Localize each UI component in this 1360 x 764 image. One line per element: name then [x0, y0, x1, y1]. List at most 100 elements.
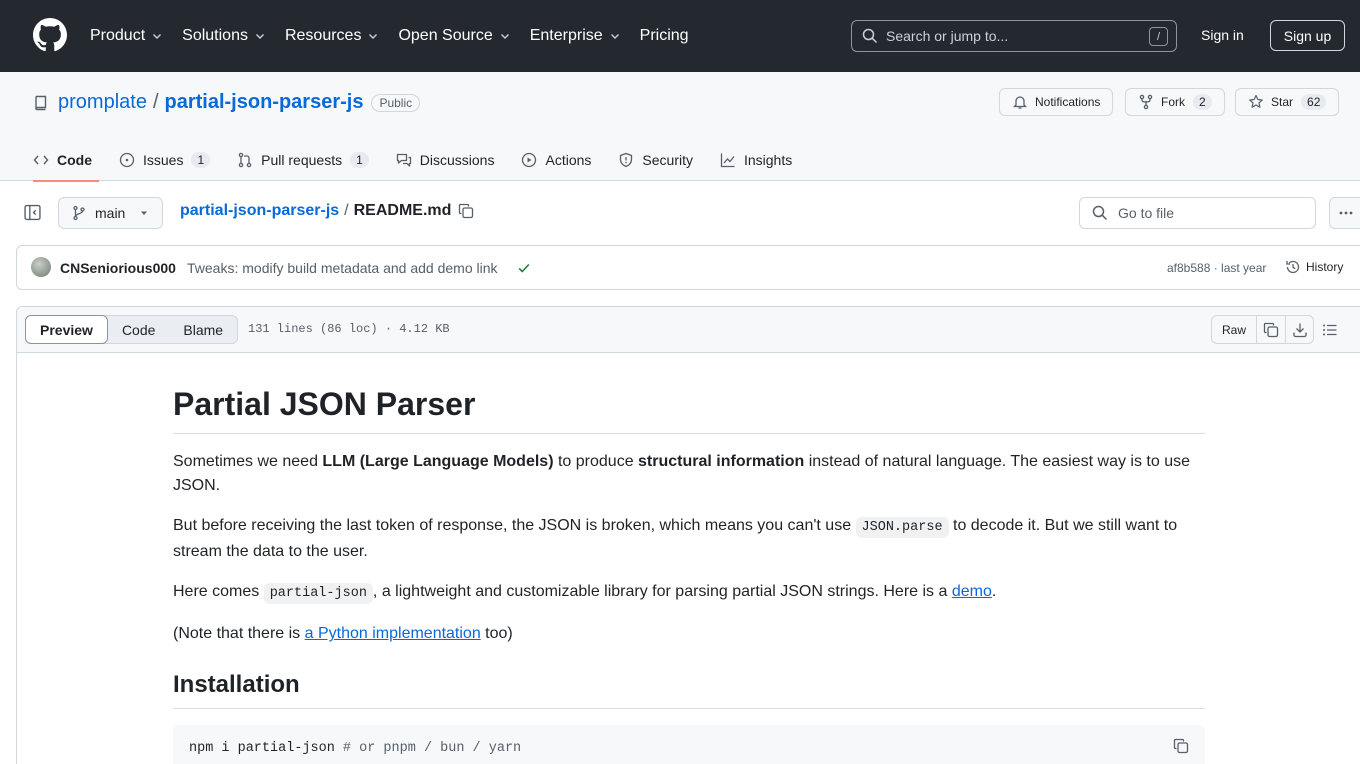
code-view-tab[interactable]: Code [108, 316, 169, 343]
issues-count: 1 [191, 152, 211, 168]
file-header: Preview Code Blame 131 lines (86 loc) · … [17, 307, 1360, 353]
readme-paragraph-4: (Note that there is a Python implementat… [173, 622, 1205, 646]
search-icon [1092, 205, 1108, 221]
commit-author-link[interactable]: CNSeniorious000 [60, 260, 176, 276]
repo-name-link[interactable]: partial-json-parser-js [165, 91, 364, 114]
repo-title: promplate / partial-json-parser-js Publi… [33, 91, 421, 114]
nav-open-source[interactable]: Open Source [398, 27, 510, 45]
pull-request-icon [238, 152, 252, 168]
nav-pricing[interactable]: Pricing [640, 27, 689, 45]
go-to-file-placeholder: Go to file [1118, 205, 1175, 221]
commit-sha-time[interactable]: af8b588 · last year [1167, 261, 1266, 275]
view-mode-segmented-control: Preview Code Blame [25, 315, 239, 344]
nav-open-source-label: Open Source [398, 27, 493, 44]
p4-text-a: (Note that there is [173, 625, 305, 643]
nav-pricing-label: Pricing [639, 27, 689, 44]
inline-code-partial-json: partial-json [263, 583, 373, 605]
install-comment: # or pnpm / bun / yarn [334, 741, 522, 757]
fork-button[interactable]: Fork 2 [1125, 88, 1225, 116]
copy-icon[interactable] [1173, 738, 1189, 754]
download-button[interactable] [1285, 316, 1313, 343]
play-icon [522, 152, 537, 168]
download-icon [1292, 323, 1307, 337]
nav-solutions-label: Solutions [182, 27, 248, 44]
demo-link[interactable]: demo [952, 583, 992, 600]
tab-issues[interactable]: Issues 1 [119, 139, 211, 181]
code-icon [33, 155, 49, 165]
tab-pull-requests[interactable]: Pull requests 1 [237, 139, 369, 181]
nav-resources[interactable]: Resources [285, 27, 379, 45]
copy-raw-button[interactable] [1257, 316, 1285, 343]
tab-code-label: Code [57, 152, 92, 168]
global-header: Product Solutions Resources Open Source … [0, 0, 1360, 72]
caret-down-icon [141, 211, 148, 215]
notifications-button[interactable]: Notifications [999, 88, 1114, 116]
copy-path-icon[interactable] [458, 203, 474, 219]
history-button[interactable]: History [1285, 259, 1343, 275]
chevron-down-icon [500, 34, 509, 39]
file-actions: Raw [1211, 315, 1315, 344]
notifications-label: Notifications [1035, 95, 1101, 109]
issue-icon [119, 152, 135, 168]
fork-count: 2 [1193, 94, 1212, 110]
python-implementation-link[interactable]: a Python implementation [305, 625, 481, 642]
tab-actions-label: Actions [545, 152, 592, 168]
p3-text-a: Here comes [173, 583, 264, 601]
p3-text-c: . [991, 583, 997, 601]
go-to-file-input[interactable]: Go to file [1079, 197, 1316, 229]
avatar[interactable] [31, 257, 51, 277]
tab-discussions-label: Discussions [419, 152, 495, 168]
tab-issues-label: Issues [143, 152, 184, 168]
tab-discussions[interactable]: Discussions [396, 139, 495, 181]
breadcrumb-separator: / [344, 202, 349, 219]
star-button[interactable]: Star 62 [1235, 88, 1340, 116]
visibility-badge: Public [371, 93, 421, 112]
repo-icon [35, 95, 47, 110]
repo-owner-link[interactable]: promplate [58, 91, 147, 114]
sign-in-link[interactable]: Sign in [1201, 27, 1244, 43]
tab-security[interactable]: Security [618, 139, 693, 181]
chevron-down-icon [610, 34, 619, 39]
tab-insights[interactable]: Insights [720, 139, 792, 181]
check-icon[interactable] [517, 261, 531, 275]
install-command: npm i partial-json [189, 741, 335, 757]
blame-tab[interactable]: Blame [169, 316, 237, 343]
nav-product-label: Product [90, 27, 146, 44]
search-placeholder: Search or jump to... [886, 28, 1009, 44]
more-options-button[interactable] [1329, 197, 1360, 229]
nav-resources-label: Resources [284, 27, 362, 44]
branch-selector[interactable]: main [58, 197, 163, 229]
installation-heading: Installation [173, 670, 1205, 710]
nav-solutions[interactable]: Solutions [182, 27, 266, 45]
shield-icon [620, 152, 633, 168]
commit-message-link[interactable]: Tweaks: modify build metadata and add de… [187, 260, 498, 276]
sign-up-button[interactable]: Sign up [1270, 20, 1345, 51]
chevron-down-icon [369, 34, 378, 39]
preview-tab[interactable]: Preview [25, 315, 108, 344]
p1-text-c: to produce [553, 453, 639, 471]
pull-requests-count: 1 [350, 152, 369, 168]
graph-icon [720, 153, 735, 168]
raw-button[interactable]: Raw [1212, 316, 1258, 343]
nav-enterprise[interactable]: Enterprise [530, 27, 621, 45]
p1-text-a: Sometimes we need [173, 453, 323, 471]
sidebar-toggle-icon[interactable] [24, 204, 41, 221]
github-logo-icon[interactable] [33, 18, 67, 52]
file-breadcrumb: partial-json-parser-js / README.md [180, 202, 474, 220]
breadcrumb-repo-link[interactable]: partial-json-parser-js [180, 202, 339, 220]
kebab-horizontal-icon [1339, 211, 1353, 215]
tab-code[interactable]: Code [33, 139, 99, 182]
nav-product[interactable]: Product [90, 27, 163, 45]
p3-text-b: , a lightweight and customizable library… [372, 583, 952, 601]
copy-icon [1263, 322, 1279, 337]
readme-title: Partial JSON Parser [173, 385, 1205, 435]
p1-bold-structural: structural information [638, 453, 805, 471]
readme-paragraph-1: Sometimes we need LLM (Large Language Mo… [173, 450, 1205, 498]
tab-actions[interactable]: Actions [521, 139, 591, 181]
star-label: Star [1271, 95, 1294, 109]
global-search-input[interactable]: Search or jump to... / [851, 20, 1177, 52]
readme-content: Partial JSON Parser Sometimes we need LL… [173, 370, 1205, 764]
list-unordered-icon[interactable] [1322, 322, 1338, 338]
install-code-block: npm i partial-json # or pnpm / bun / yar… [173, 725, 1205, 764]
star-count: 62 [1301, 94, 1327, 110]
